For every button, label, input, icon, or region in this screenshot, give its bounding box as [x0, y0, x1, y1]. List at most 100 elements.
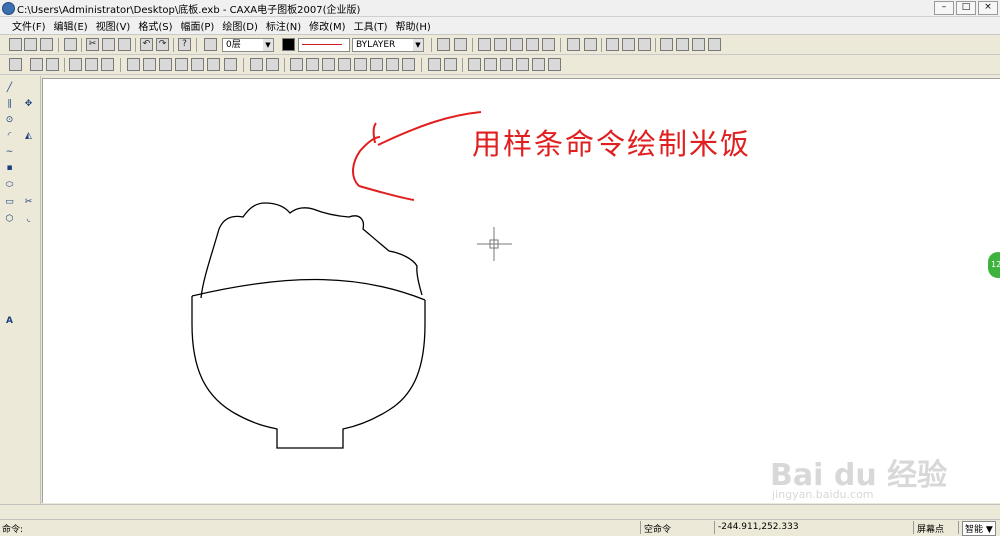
boundary-icon[interactable]: [3, 332, 16, 345]
arc-tool-icon[interactable]: [127, 58, 140, 71]
sheet-frame-icon[interactable]: [660, 38, 673, 51]
balloon-icon[interactable]: [708, 38, 721, 51]
block-edit-icon[interactable]: [494, 38, 507, 51]
menu-file[interactable]: 文件(F): [10, 18, 48, 33]
coordinate-dimension-icon[interactable]: [266, 58, 279, 71]
viewport-icon[interactable]: [30, 58, 43, 71]
arc-icon[interactable]: ◜: [3, 130, 16, 143]
cut-icon[interactable]: ✂: [86, 38, 99, 51]
spline-icon[interactable]: ∼: [3, 146, 16, 159]
help-icon[interactable]: ?: [178, 38, 191, 51]
rectangle-icon[interactable]: ▭: [3, 196, 16, 209]
stretch-icon[interactable]: [22, 264, 35, 277]
zoom-all-icon[interactable]: [532, 58, 545, 71]
array-icon[interactable]: [22, 162, 35, 175]
isometric-line-icon[interactable]: [3, 264, 16, 277]
roughness-icon[interactable]: [306, 58, 319, 71]
brush-icon[interactable]: [22, 382, 35, 395]
color-swatch-icon[interactable]: [282, 38, 295, 51]
hatch-icon[interactable]: [3, 230, 16, 243]
image-insert-icon[interactable]: [3, 298, 16, 311]
group-icon[interactable]: [22, 315, 35, 328]
maximize-button[interactable]: □: [956, 1, 976, 15]
move-icon[interactable]: ✥: [22, 98, 35, 111]
section-icon[interactable]: [224, 58, 237, 71]
menu-tools[interactable]: 工具(T): [352, 18, 390, 33]
zoom-previous-icon[interactable]: [548, 58, 561, 71]
save-icon[interactable]: [40, 38, 53, 51]
offset-icon[interactable]: [191, 58, 204, 71]
print-icon[interactable]: [64, 38, 77, 51]
copy-icon[interactable]: [102, 38, 115, 51]
text-style-icon[interactable]: [69, 58, 82, 71]
parallel-line-icon[interactable]: ∥: [3, 98, 16, 111]
drawing-canvas[interactable]: 用样条命令绘制米饭: [42, 78, 1000, 503]
align-icon[interactable]: [22, 349, 35, 362]
close-button[interactable]: ×: [978, 1, 998, 15]
horizontal-scrollbar[interactable]: [0, 504, 1000, 519]
eraser-icon[interactable]: [22, 82, 35, 95]
offset-curve-icon[interactable]: [22, 366, 35, 379]
paste-icon[interactable]: [118, 38, 131, 51]
query-icon[interactable]: [428, 58, 441, 71]
parts-list-icon[interactable]: [692, 38, 705, 51]
extend-icon[interactable]: [22, 230, 35, 243]
chamfer-icon[interactable]: [22, 281, 35, 294]
zoom-window-icon[interactable]: [500, 58, 513, 71]
trim-icon[interactable]: ✂: [22, 196, 35, 209]
text-find-icon[interactable]: [101, 58, 114, 71]
command-prompt[interactable]: 命令:: [2, 522, 23, 535]
floating-side-button[interactable]: 12: [988, 252, 1000, 278]
minimize-button[interactable]: –: [934, 1, 954, 15]
zoom-realtime-icon[interactable]: [516, 58, 529, 71]
pan-icon[interactable]: [484, 58, 497, 71]
color-select[interactable]: [298, 38, 350, 52]
polygon-icon[interactable]: ⬡: [3, 213, 16, 226]
properties-icon[interactable]: [542, 38, 555, 51]
ole-object-icon[interactable]: [622, 38, 635, 51]
polyline-icon[interactable]: [437, 38, 450, 51]
dimension-edit-icon[interactable]: [402, 58, 415, 71]
spline-tool-icon[interactable]: [159, 58, 172, 71]
scale-icon[interactable]: [22, 179, 35, 192]
redo-icon[interactable]: ↷: [156, 38, 169, 51]
text-icon[interactable]: A: [3, 315, 16, 328]
datum-icon[interactable]: [322, 58, 335, 71]
match-properties-icon[interactable]: [22, 332, 35, 345]
fillet-icon[interactable]: ◟: [22, 213, 35, 226]
rotate-icon[interactable]: [22, 146, 35, 159]
break-line-icon[interactable]: [175, 58, 188, 71]
title-block-icon[interactable]: [676, 38, 689, 51]
layer-select[interactable]: 0层 ▼: [222, 38, 274, 52]
snap-mode[interactable]: 屏幕点: [917, 522, 944, 535]
leader-icon[interactable]: [354, 58, 367, 71]
smart-select[interactable]: 智能 ▼: [962, 521, 996, 536]
center-mark-icon[interactable]: [207, 58, 220, 71]
section-symbol-icon[interactable]: [370, 58, 383, 71]
linetype-select[interactable]: BYLAYER ▼: [352, 38, 424, 52]
copy-object-icon[interactable]: [22, 114, 35, 127]
redraw-icon[interactable]: [468, 58, 481, 71]
block-icon[interactable]: [478, 38, 491, 51]
symbol-library-icon[interactable]: [3, 366, 16, 379]
centerline-icon[interactable]: [3, 247, 16, 260]
library-insert-icon[interactable]: [3, 382, 16, 395]
open-file-icon[interactable]: [24, 38, 37, 51]
menu-format[interactable]: 格式(S): [136, 18, 174, 33]
table-insert-icon[interactable]: [3, 349, 16, 362]
measure-icon[interactable]: [444, 58, 457, 71]
dimension-icon[interactable]: [250, 58, 263, 71]
menu-dimension[interactable]: 标注(N): [264, 18, 303, 33]
menu-view[interactable]: 视图(V): [94, 18, 133, 33]
block-insert-icon[interactable]: [510, 38, 523, 51]
view-arrow-icon[interactable]: [386, 58, 399, 71]
break-icon[interactable]: [22, 247, 35, 260]
block-define-icon[interactable]: [3, 281, 16, 294]
menu-help[interactable]: 帮助(H): [394, 18, 433, 33]
undo-icon[interactable]: ↶: [140, 38, 153, 51]
table-icon[interactable]: [638, 38, 651, 51]
weld-symbol-icon[interactable]: [338, 58, 351, 71]
3d-view-icon[interactable]: [584, 38, 597, 51]
line-icon[interactable]: ╱: [3, 82, 16, 95]
new-file-icon[interactable]: [9, 38, 22, 51]
